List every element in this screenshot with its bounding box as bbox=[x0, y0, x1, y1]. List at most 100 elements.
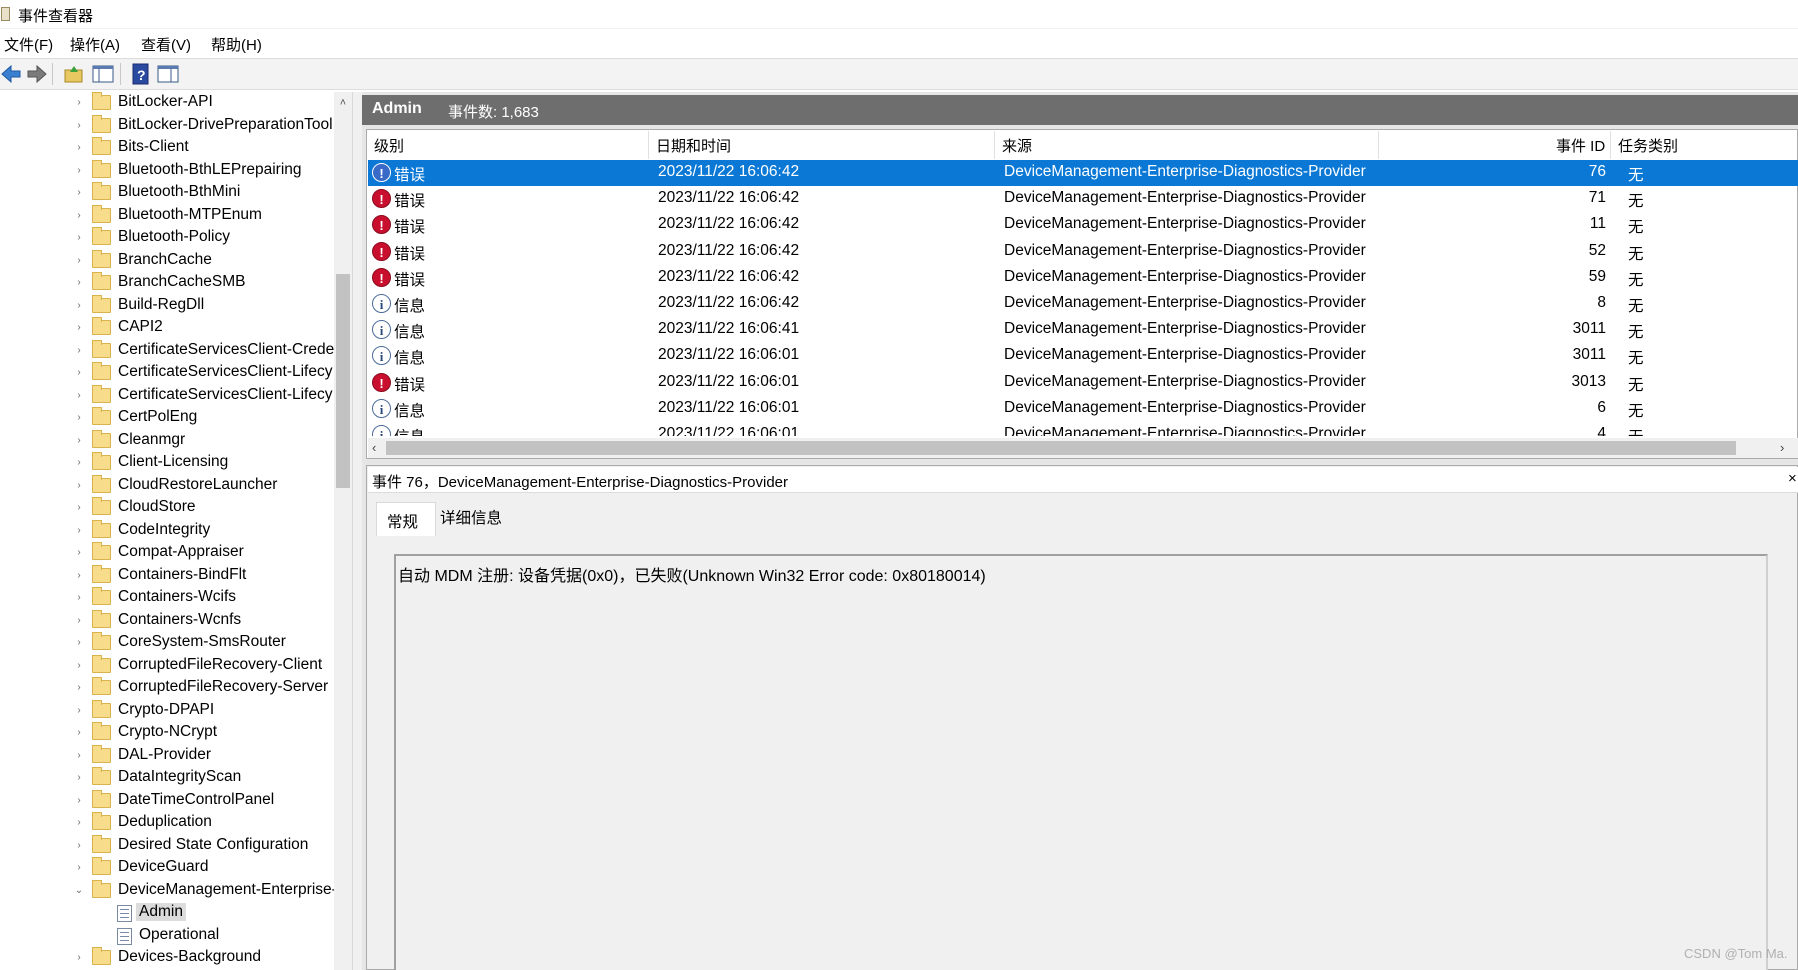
chevron-right-icon[interactable]: › bbox=[74, 610, 84, 632]
tree-folder-item[interactable]: › DateTimeControlPanel bbox=[0, 789, 334, 812]
chevron-right-icon[interactable]: › bbox=[74, 542, 84, 564]
chevron-right-icon[interactable]: › bbox=[74, 497, 84, 519]
tree-folder-item[interactable]: › Crypto-NCrypt bbox=[0, 722, 334, 744]
tree-folder-item[interactable]: › CorruptedFileRecovery-Client bbox=[0, 654, 334, 677]
tree-folder-item[interactable]: › Devices-Background bbox=[0, 947, 334, 969]
tree-folder-item[interactable]: › Cleanmgr bbox=[0, 429, 334, 452]
menu-help[interactable]: 帮助(H) bbox=[211, 34, 262, 55]
help-icon[interactable]: ? bbox=[129, 63, 153, 85]
tree-folder-item[interactable]: › CertificateServicesClient-Lifecy bbox=[0, 384, 334, 407]
close-icon[interactable]: × bbox=[1788, 470, 1797, 487]
tree-folder-item[interactable]: › Containers-Wcnfs bbox=[0, 609, 334, 632]
chevron-right-icon[interactable]: › bbox=[74, 385, 84, 407]
column-header-datetime[interactable]: 日期和时间 bbox=[656, 135, 731, 156]
forward-arrow-icon[interactable] bbox=[24, 63, 48, 85]
column-divider[interactable] bbox=[1610, 131, 1611, 159]
event-row[interactable]: ! 错误 2023/11/22 16:06:42 DeviceManagement-E… bbox=[368, 160, 1798, 186]
tree-folder-item[interactable]: › CAPI2 bbox=[0, 317, 334, 339]
grid-hscrollbar-thumb[interactable] bbox=[386, 441, 1736, 455]
menu-action[interactable]: 操作(A) bbox=[70, 34, 120, 55]
tree-folder-item[interactable]: › CloudStore bbox=[0, 497, 334, 519]
scroll-left-icon[interactable]: ‹ bbox=[372, 438, 384, 458]
tree-scrollbar[interactable] bbox=[334, 92, 352, 970]
event-row[interactable]: ! 错误 2023/11/22 16:06:42 DeviceManagement-E… bbox=[368, 212, 1798, 238]
chevron-right-icon[interactable]: › bbox=[74, 295, 84, 317]
column-header-level[interactable]: 级别 bbox=[374, 135, 404, 156]
column-header-source[interactable]: 来源 bbox=[1002, 135, 1032, 156]
event-row[interactable]: i 信息 2023/11/22 16:06:42 DeviceManagement-E… bbox=[368, 291, 1798, 317]
tree-folder-item[interactable]: › BitLocker-DrivePreparationTool bbox=[0, 114, 334, 137]
chevron-right-icon[interactable]: › bbox=[74, 137, 84, 159]
tree-folder-item[interactable]: › BitLocker-API bbox=[0, 92, 334, 114]
tree-folder-item[interactable]: › BranchCacheSMB bbox=[0, 272, 334, 294]
chevron-down-icon[interactable]: ⌄ bbox=[74, 880, 84, 902]
chevron-right-icon[interactable]: › bbox=[74, 745, 84, 767]
chevron-right-icon[interactable]: › bbox=[74, 587, 84, 609]
chevron-right-icon[interactable]: › bbox=[74, 407, 84, 429]
tree-folder-item[interactable]: › CorruptedFileRecovery-Server bbox=[0, 677, 334, 699]
event-row[interactable]: ! 错误 2023/11/22 16:06:42 DeviceManagement-E… bbox=[368, 186, 1798, 212]
column-divider[interactable] bbox=[994, 131, 995, 159]
open-log-icon[interactable] bbox=[62, 63, 86, 85]
chevron-right-icon[interactable]: › bbox=[74, 812, 84, 834]
chevron-right-icon[interactable]: › bbox=[74, 430, 84, 452]
tree-folder-item[interactable]: › Bluetooth-BthMini bbox=[0, 182, 334, 204]
chevron-right-icon[interactable]: › bbox=[74, 160, 84, 182]
console-tree-icon[interactable] bbox=[91, 63, 115, 85]
tree-folder-item[interactable]: › Bluetooth-MTPEnum bbox=[0, 204, 334, 227]
tree-folder-item[interactable]: › CertificateServicesClient-Crede bbox=[0, 339, 334, 362]
chevron-right-icon[interactable]: › bbox=[74, 677, 84, 699]
tree-folder-item[interactable]: › DataIntegrityScan bbox=[0, 767, 334, 789]
tree-folder-item[interactable]: › CloudRestoreLauncher bbox=[0, 474, 334, 497]
tree-folder-item[interactable]: › Build-RegDll bbox=[0, 294, 334, 317]
chevron-right-icon[interactable]: › bbox=[74, 790, 84, 812]
event-row[interactable]: i 信息 2023/11/22 16:06:41 DeviceManagement-E… bbox=[368, 317, 1798, 343]
column-header-task[interactable]: 任务类别 bbox=[1618, 135, 1678, 156]
tree-folder-item[interactable]: › Bits-Client bbox=[0, 137, 334, 159]
tab-general[interactable]: 常规 bbox=[376, 502, 436, 536]
tree-folder-item[interactable]: › DeviceGuard bbox=[0, 857, 334, 879]
chevron-right-icon[interactable]: › bbox=[74, 655, 84, 677]
chevron-right-icon[interactable]: › bbox=[74, 767, 84, 789]
chevron-right-icon[interactable]: › bbox=[74, 700, 84, 722]
scroll-up-icon[interactable]: ˄ bbox=[336, 96, 350, 110]
tree-folder-item[interactable]: › Bluetooth-BthLEPrepairing bbox=[0, 159, 334, 182]
pane-splitter[interactable] bbox=[352, 92, 362, 970]
chevron-right-icon[interactable]: › bbox=[74, 857, 84, 879]
column-header-event-id[interactable]: 事件 ID bbox=[1556, 135, 1605, 156]
back-arrow-icon[interactable] bbox=[0, 63, 24, 85]
tree-folder-item[interactable]: › DAL-Provider bbox=[0, 744, 334, 767]
event-row[interactable]: ! 错误 2023/11/22 16:06:01 DeviceManagement-E… bbox=[368, 370, 1798, 396]
chevron-right-icon[interactable]: › bbox=[74, 340, 84, 362]
chevron-right-icon[interactable]: › bbox=[74, 452, 84, 474]
tree-folder-item[interactable]: › Desired State Configuration bbox=[0, 834, 334, 857]
menu-file[interactable]: 文件(F) bbox=[4, 34, 53, 55]
tree-folder-item[interactable]: › CertificateServicesClient-Lifecy bbox=[0, 362, 334, 384]
tree-folder-item[interactable]: › CertPolEng bbox=[0, 407, 334, 429]
tree-folder-item[interactable]: ⌄ DeviceManagement-Enterprise- bbox=[0, 879, 337, 902]
event-message-box[interactable] bbox=[394, 554, 1768, 970]
tree-folder-item[interactable]: › BranchCache bbox=[0, 249, 334, 272]
action-pane-icon[interactable] bbox=[156, 63, 180, 85]
chevron-right-icon[interactable]: › bbox=[74, 520, 84, 542]
event-row[interactable]: ! 错误 2023/11/22 16:06:42 DeviceManagement-E… bbox=[368, 239, 1798, 265]
tree-folder-item[interactable]: › Compat-Appraiser bbox=[0, 542, 334, 564]
chevron-right-icon[interactable]: › bbox=[74, 182, 84, 204]
chevron-right-icon[interactable]: › bbox=[74, 115, 84, 137]
chevron-right-icon[interactable]: › bbox=[74, 947, 84, 969]
chevron-right-icon[interactable]: › bbox=[74, 632, 84, 654]
chevron-right-icon[interactable]: › bbox=[74, 835, 84, 857]
event-row[interactable]: i信息 2023/11/22 16:06:01 DeviceManagement-E… bbox=[368, 343, 1798, 369]
tree-folder-item[interactable]: › Crypto-DPAPI bbox=[0, 699, 334, 722]
chevron-right-icon[interactable]: › bbox=[74, 205, 84, 227]
scroll-right-icon[interactable]: › bbox=[1780, 438, 1792, 458]
tree-scrollbar-thumb[interactable] bbox=[336, 274, 350, 488]
chevron-right-icon[interactable]: › bbox=[74, 250, 84, 272]
chevron-right-icon[interactable]: › bbox=[74, 722, 84, 744]
chevron-right-icon[interactable]: › bbox=[74, 475, 84, 497]
menu-view[interactable]: 查看(V) bbox=[141, 34, 191, 55]
chevron-right-icon[interactable]: › bbox=[74, 362, 84, 384]
tab-details[interactable]: 详细信息 bbox=[440, 506, 502, 528]
tree-folder-item[interactable]: › Containers-Wcifs bbox=[0, 587, 334, 609]
chevron-right-icon[interactable]: › bbox=[74, 272, 84, 294]
